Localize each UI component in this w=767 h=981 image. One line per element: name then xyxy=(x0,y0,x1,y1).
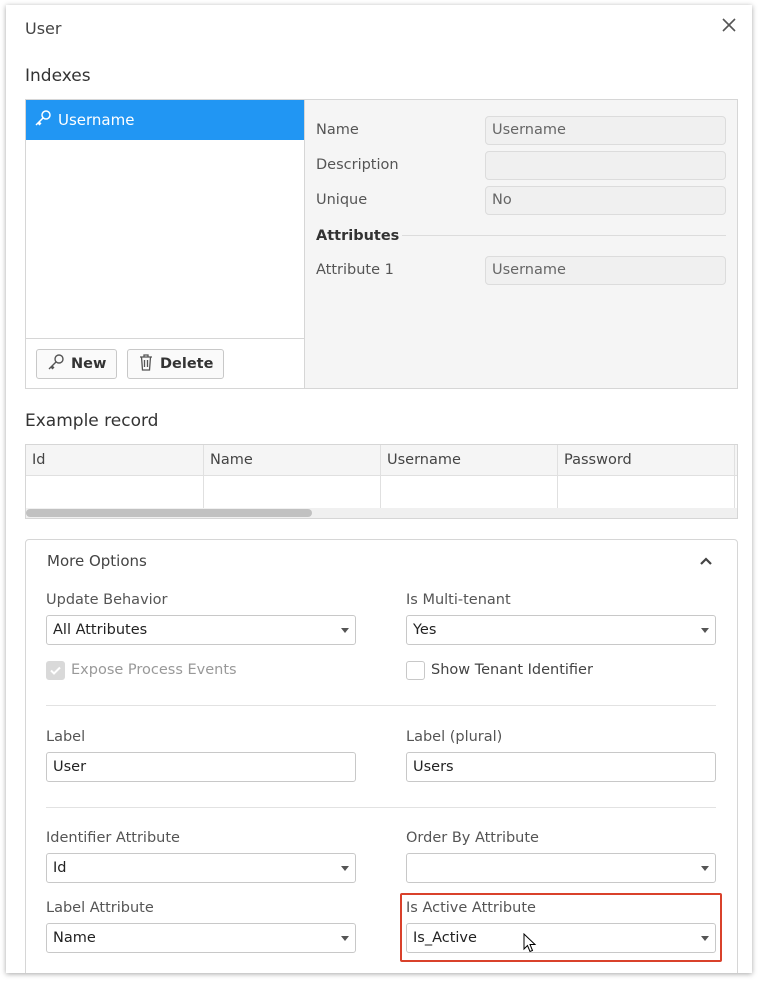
index-item-label: Username xyxy=(58,111,135,129)
label-attribute-value: Name xyxy=(53,930,96,946)
close-icon[interactable] xyxy=(717,13,741,37)
expose-events-checkbox[interactable] xyxy=(46,661,65,680)
caret-down-icon xyxy=(701,866,709,871)
delete-button[interactable]: Delete xyxy=(127,349,225,379)
index-list: Username New Delete xyxy=(26,100,305,388)
divider xyxy=(46,705,716,706)
caret-down-icon xyxy=(341,936,349,941)
order-by-attribute-label: Order By Attribute xyxy=(406,830,539,846)
indexes-panel: Username New Delete Name Username Descri… xyxy=(25,99,738,389)
new-button-label: New xyxy=(71,356,107,372)
multi-tenant-value: Yes xyxy=(413,622,437,638)
caret-down-icon xyxy=(701,628,709,633)
identifier-attribute-label: Identifier Attribute xyxy=(46,830,180,846)
delete-button-label: Delete xyxy=(160,356,214,372)
highlight-box xyxy=(400,893,722,962)
identifier-attribute-value: Id xyxy=(53,860,67,876)
trash-icon xyxy=(138,353,160,375)
description-field xyxy=(485,151,726,180)
caret-down-icon xyxy=(341,628,349,633)
more-options-title: More Options xyxy=(47,552,147,570)
update-behavior-label: Update Behavior xyxy=(46,592,168,608)
description-label: Description xyxy=(316,157,399,173)
label-attribute-select[interactable]: Name xyxy=(46,923,356,953)
caret-down-icon xyxy=(341,866,349,871)
key-icon xyxy=(47,353,71,375)
grid-column-header: Password xyxy=(564,452,632,468)
example-record-grid: Id Name Username Password xyxy=(25,444,738,519)
grid-column-name[interactable]: Name xyxy=(204,445,381,509)
identifier-attribute-select[interactable]: Id xyxy=(46,853,356,883)
chevron-up-icon[interactable] xyxy=(699,554,713,568)
show-tenant-checkbox[interactable] xyxy=(406,661,425,680)
indexes-heading: Indexes xyxy=(25,66,91,86)
index-buttons: New Delete xyxy=(26,338,304,388)
attributes-divider xyxy=(402,235,726,236)
label-plural-field-label: Label (plural) xyxy=(406,729,503,745)
grid-column-header: Id xyxy=(32,452,46,468)
mouse-cursor-icon xyxy=(523,932,537,957)
grid-column-header: Username xyxy=(387,452,461,468)
grid-column-password[interactable]: Password xyxy=(558,445,735,509)
grid-column-username[interactable]: Username xyxy=(381,445,558,509)
index-item-username[interactable]: Username xyxy=(26,100,304,140)
divider xyxy=(46,807,716,808)
unique-field: No xyxy=(485,186,726,215)
more-options-panel: More Options Update Behavior All Attribu… xyxy=(25,539,738,973)
name-field: Username xyxy=(485,116,726,145)
label-plural-input[interactable]: Users xyxy=(406,752,716,782)
user-dialog: User Indexes Username New Delete Name Us… xyxy=(6,5,752,973)
label-field-label: Label xyxy=(46,729,86,745)
horizontal-scrollbar[interactable] xyxy=(26,508,737,518)
example-record-heading: Example record xyxy=(25,411,159,431)
order-by-attribute-select[interactable] xyxy=(406,853,716,883)
attribute1-label: Attribute 1 xyxy=(316,262,394,278)
multi-tenant-select[interactable]: Yes xyxy=(406,615,716,645)
new-button[interactable]: New xyxy=(36,349,118,379)
label-input[interactable]: User xyxy=(46,752,356,782)
dialog-title: User xyxy=(25,19,62,38)
attributes-heading: Attributes xyxy=(316,228,400,244)
key-icon xyxy=(34,109,58,131)
scrollbar-thumb[interactable] xyxy=(26,509,312,517)
attribute1-field: Username xyxy=(485,256,726,285)
name-label: Name xyxy=(316,122,359,138)
grid-column-id[interactable]: Id xyxy=(26,445,204,509)
unique-label: Unique xyxy=(316,192,368,208)
update-behavior-select[interactable]: All Attributes xyxy=(46,615,356,645)
label-attribute-label: Label Attribute xyxy=(46,900,154,916)
expose-events-label: Expose Process Events xyxy=(71,662,237,678)
show-tenant-label: Show Tenant Identifier xyxy=(431,662,593,678)
multi-tenant-label: Is Multi-tenant xyxy=(406,592,511,608)
grid-column-header: Name xyxy=(210,452,253,468)
checkmark-icon xyxy=(50,666,61,675)
update-behavior-value: All Attributes xyxy=(53,622,148,638)
